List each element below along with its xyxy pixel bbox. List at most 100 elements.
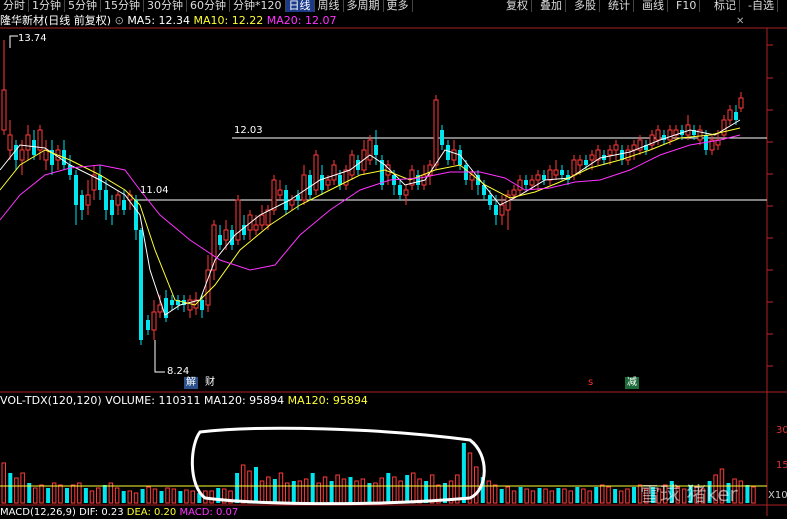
candle-body-19 bbox=[115, 194, 121, 206]
candle-body-75 bbox=[451, 149, 457, 161]
volume-value: VOLUME: 110311 bbox=[105, 394, 201, 407]
candle-body-109 bbox=[655, 129, 661, 141]
volume-bar-33 bbox=[209, 490, 214, 504]
candle-body-55 bbox=[331, 164, 337, 181]
volume-bar-52 bbox=[329, 481, 334, 503]
volume-bar-90 bbox=[568, 490, 573, 504]
volume-bar-65 bbox=[411, 472, 416, 504]
volume-bar-97 bbox=[613, 489, 618, 503]
volume-bar-68 bbox=[429, 474, 435, 504]
volume-bar-80 bbox=[505, 486, 510, 504]
candle-body-23 bbox=[139, 230, 143, 340]
volume-bar-37 bbox=[235, 473, 240, 503]
marker-jie[interactable]: 解 bbox=[184, 377, 198, 389]
volume-bar-82 bbox=[518, 487, 523, 503]
candle-body-92 bbox=[553, 169, 559, 176]
candle-body-88 bbox=[529, 179, 535, 186]
volume-bar-62 bbox=[392, 476, 397, 504]
candle-body-17 bbox=[104, 190, 108, 210]
candlestick-chart[interactable] bbox=[0, 0, 787, 516]
volume-bar-51 bbox=[322, 476, 328, 504]
candle-body-98 bbox=[589, 154, 595, 161]
volume-bar-22 bbox=[140, 489, 145, 503]
volume-bar-27 bbox=[171, 488, 177, 504]
volume-axis-unit: X10 bbox=[768, 490, 787, 501]
volume-ma120-b: MA120: 95894 bbox=[287, 394, 368, 407]
candle-body-72 bbox=[433, 99, 439, 166]
volume-bar-75 bbox=[474, 466, 479, 504]
macd-info-bar: MACD(12,26,9) DIF: 0.23 DEA: 0.20 MACD: … bbox=[0, 507, 238, 519]
high-price-label: 13.74 bbox=[18, 33, 47, 44]
volume-bar-47 bbox=[297, 480, 303, 504]
volume-bar-43 bbox=[272, 479, 277, 503]
volume-bar-19 bbox=[121, 491, 126, 503]
candle-body-83 bbox=[499, 204, 505, 216]
line-label-1: 12.03 bbox=[234, 125, 263, 136]
volume-title: VOL-TDX(120,120) bbox=[0, 394, 102, 407]
volume-bar-23 bbox=[146, 486, 151, 504]
line-label-2: 11.04 bbox=[140, 185, 169, 196]
volume-ma120-a: MA120: 95894 bbox=[203, 394, 285, 407]
candle-body-7 bbox=[43, 149, 49, 161]
volume-bar-60 bbox=[379, 477, 384, 504]
candle-body-91 bbox=[547, 169, 553, 181]
volume-bar-48 bbox=[303, 478, 309, 504]
volume-bar-96 bbox=[606, 486, 611, 504]
volume-bar-91 bbox=[575, 487, 580, 503]
candle-body-16 bbox=[98, 175, 102, 190]
volume-bar-119 bbox=[751, 486, 756, 504]
candle-body-66 bbox=[398, 185, 402, 195]
volume-bar-118 bbox=[745, 485, 750, 503]
volume-bar-15 bbox=[96, 487, 101, 504]
candle-body-101 bbox=[607, 149, 613, 156]
candle-body-82 bbox=[494, 205, 498, 215]
candle-body-93 bbox=[560, 170, 564, 175]
volume-bar-14 bbox=[89, 490, 95, 504]
volume-bar-99 bbox=[625, 488, 630, 504]
candle-body-43 bbox=[259, 214, 265, 226]
candle-body-89 bbox=[535, 174, 541, 181]
candle-body-42 bbox=[253, 224, 259, 231]
volume-bar-64 bbox=[405, 475, 410, 503]
candle-body-56 bbox=[338, 175, 342, 185]
volume-bar-89 bbox=[562, 488, 567, 504]
volume-bar-7 bbox=[46, 488, 51, 503]
macd-dea: DEA: 0.20 bbox=[126, 507, 177, 518]
candle-body-123 bbox=[738, 97, 744, 109]
volume-bar-83 bbox=[524, 488, 529, 504]
candle-body-62 bbox=[374, 145, 378, 155]
volume-bar-93 bbox=[587, 490, 592, 504]
candle-body-5 bbox=[32, 140, 36, 155]
volume-bar-29 bbox=[184, 489, 189, 504]
candle-body-31 bbox=[187, 299, 193, 311]
volume-bar-25 bbox=[159, 491, 164, 503]
candle-body-22 bbox=[134, 200, 138, 230]
volume-bar-98 bbox=[618, 490, 624, 504]
volume-info-bar: VOL-TDX(120,120) VOLUME: 110311 MA120: 9… bbox=[0, 394, 368, 408]
candle-body-51 bbox=[308, 175, 312, 195]
candle-body-26 bbox=[157, 304, 163, 313]
macd-value: MACD: 0.07 bbox=[179, 507, 239, 518]
candle-body-73 bbox=[440, 130, 444, 145]
volume-bar-18 bbox=[114, 487, 120, 504]
candle-body-13 bbox=[80, 195, 84, 210]
candle-body-14 bbox=[85, 194, 91, 206]
volume-bar-6 bbox=[39, 484, 44, 504]
marker-jian[interactable]: 减 bbox=[625, 377, 639, 389]
candle-body-81 bbox=[488, 195, 492, 205]
volume-bar-21 bbox=[133, 492, 139, 504]
volume-bar-57 bbox=[360, 478, 366, 504]
candle-body-67 bbox=[403, 189, 409, 196]
candle-body-121 bbox=[727, 109, 733, 121]
candle-body-1 bbox=[7, 134, 13, 151]
volume-bar-56 bbox=[354, 480, 359, 504]
volume-bar-20 bbox=[127, 490, 132, 504]
volume-bar-61 bbox=[386, 473, 391, 503]
candle-body-102 bbox=[613, 144, 619, 151]
candle-body-36 bbox=[218, 235, 222, 245]
volume-bar-3 bbox=[20, 472, 25, 504]
volume-bar-84 bbox=[530, 490, 536, 504]
marker-cai[interactable]: 财 bbox=[203, 377, 217, 389]
candle-body-58 bbox=[349, 154, 355, 176]
marker-s[interactable]: s bbox=[586, 377, 595, 389]
